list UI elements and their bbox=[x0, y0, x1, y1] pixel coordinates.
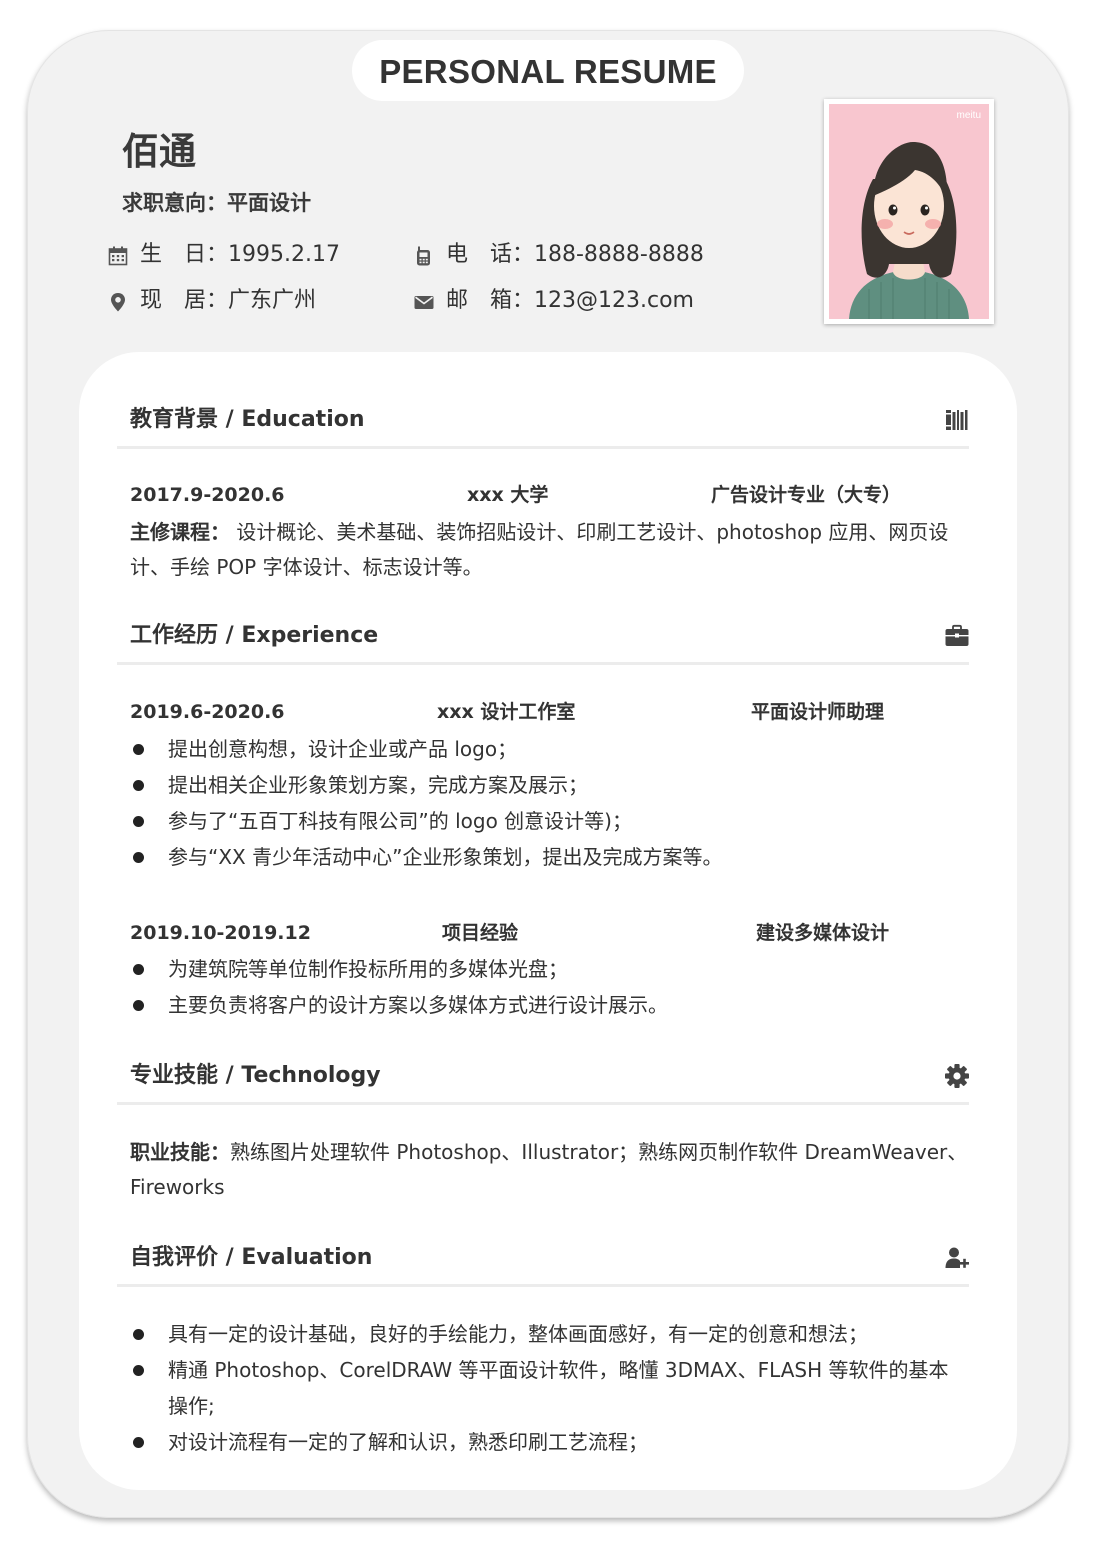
job-1-org: xxx 设计工作室 bbox=[437, 701, 576, 723]
job-1-period: 2019.6-2020.6 bbox=[130, 701, 285, 723]
experience-section-header: 工作经历 / Experience bbox=[117, 616, 969, 665]
list-item: 对设计流程有一定的了解和认识，熟悉印刷工艺流程； bbox=[130, 1424, 968, 1460]
job-1-role: 平面设计师助理 bbox=[751, 701, 885, 723]
location-icon bbox=[111, 293, 125, 312]
resume-title: PERSONAL RESUME bbox=[352, 40, 744, 101]
education-courses: 主修课程： 设计概论、美术基础、装饰招贴设计、印刷工艺设计、photoshop … bbox=[130, 515, 968, 585]
calendar-icon bbox=[108, 246, 128, 266]
candidate-name: 佰通 bbox=[122, 130, 196, 173]
phone-icon bbox=[417, 246, 430, 266]
education-school: xxx 大学 bbox=[467, 484, 549, 506]
experience-section-title: 工作经历 / Experience bbox=[130, 623, 379, 648]
education-section-title: 教育背景 / Education bbox=[130, 407, 365, 432]
books-icon bbox=[946, 410, 968, 430]
list-item: 参与“XX 青少年活动中心”企业形象策划，提出及完成方案等。 bbox=[130, 839, 968, 875]
skills-label: 职业技能： bbox=[130, 1140, 230, 1164]
birthday-text: 生 日：1995.2.17 bbox=[140, 242, 340, 267]
add-user-icon bbox=[945, 1247, 969, 1268]
education-major: 广告设计专业（大专） bbox=[711, 484, 902, 506]
job-2-role: 建设多媒体设计 bbox=[756, 922, 890, 944]
skills-section-header: 专业技能 / Technology bbox=[117, 1056, 969, 1105]
photo-watermark: meitu bbox=[957, 110, 981, 121]
mail-icon bbox=[414, 296, 434, 309]
skills-text: 职业技能：熟练图片处理软件 Photoshop、Illustrator；熟练网页… bbox=[130, 1135, 968, 1205]
job-1-duties: 提出创意构想，设计企业或产品 logo； 提出相关企业形象策划方案，完成方案及展… bbox=[130, 731, 968, 875]
job-intent: 求职意向：平面设计 bbox=[122, 191, 311, 215]
email-text: 邮 箱：123@123.com bbox=[446, 288, 694, 313]
phone-text: 电 话：188-8888-8888 bbox=[446, 242, 704, 267]
profile-photo: meitu bbox=[824, 99, 994, 324]
evaluation-list: 具有一定的设计基础，良好的手绘能力，整体画面感好，有一定的创意和想法； 精通 P… bbox=[130, 1316, 968, 1460]
list-item: 提出相关企业形象策划方案，完成方案及展示； bbox=[130, 767, 968, 803]
courses-label: 主修课程： bbox=[130, 520, 230, 544]
list-item: 为建筑院等单位制作投标所用的多媒体光盘； bbox=[130, 951, 968, 987]
list-item: 参与了“五百丁科技有限公司”的 logo 创意设计等)； bbox=[130, 803, 968, 839]
courses-text: 设计概论、美术基础、装饰招贴设计、印刷工艺设计、photoshop 应用、网页设… bbox=[130, 520, 949, 579]
avatar-illustration: meitu bbox=[829, 104, 989, 319]
gear-icon bbox=[945, 1064, 969, 1088]
briefcase-icon bbox=[945, 624, 969, 646]
skills-section-title: 专业技能 / Technology bbox=[130, 1063, 381, 1088]
list-item: 主要负责将客户的设计方案以多媒体方式进行设计展示。 bbox=[130, 987, 968, 1023]
evaluation-section-title: 自我评价 / Evaluation bbox=[130, 1245, 373, 1270]
list-item: 精通 Photoshop、CorelDRAW 等平面设计软件，略懂 3DMAX、… bbox=[130, 1352, 968, 1424]
residence-text: 现 居：广东广州 bbox=[140, 288, 317, 313]
skills-content: 熟练图片处理软件 Photoshop、Illustrator；熟练网页制作软件 … bbox=[130, 1140, 968, 1199]
list-item: 具有一定的设计基础，良好的手绘能力，整体画面感好，有一定的创意和想法； bbox=[130, 1316, 968, 1352]
education-period: 2017.9-2020.6 bbox=[130, 484, 285, 506]
job-2-org: 项目经验 bbox=[442, 922, 519, 944]
job-2-duties: 为建筑院等单位制作投标所用的多媒体光盘； 主要负责将客户的设计方案以多媒体方式进… bbox=[130, 951, 968, 1023]
job-2-period: 2019.10-2019.12 bbox=[130, 922, 311, 944]
education-section-header: 教育背景 / Education bbox=[117, 400, 969, 449]
evaluation-section-header: 自我评价 / Evaluation bbox=[117, 1238, 969, 1287]
list-item: 提出创意构想，设计企业或产品 logo； bbox=[130, 731, 968, 767]
